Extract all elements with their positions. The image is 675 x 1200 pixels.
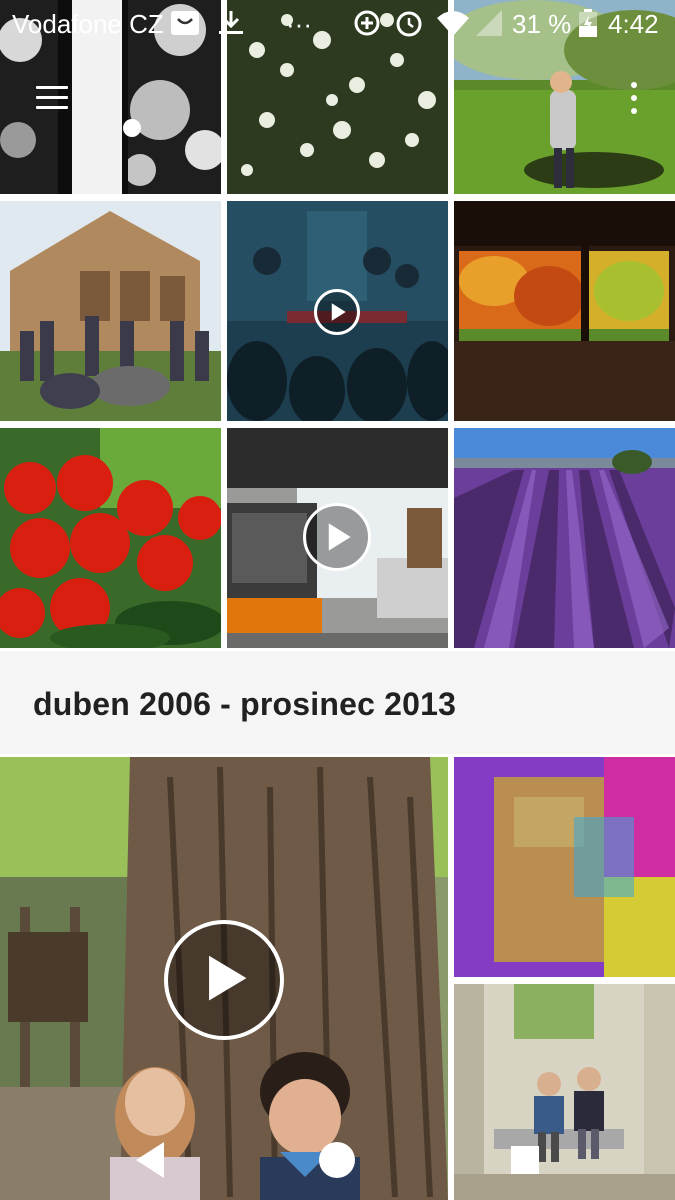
back-triangle-icon[interactable] <box>130 1138 174 1182</box>
home-circle-icon[interactable] <box>315 1138 359 1182</box>
date-section-header: duben 2006 - prosinec 2013 <box>0 651 675 754</box>
photo-thumbnail <box>454 201 675 421</box>
recents-square-icon[interactable] <box>503 1138 547 1182</box>
photo-tile[interactable] <box>454 201 675 421</box>
photo-tile[interactable] <box>454 757 675 977</box>
alarm-icon <box>394 8 424 38</box>
photo-thumbnail <box>454 428 675 648</box>
video-tile[interactable] <box>227 201 448 421</box>
carrier-label: Vodafone CZ <box>12 9 164 39</box>
status-bar: Vodafone CZ ··· 31 % 4:42 <box>0 0 675 46</box>
play-icon <box>314 289 360 335</box>
more-notifications-label: ··· <box>286 9 312 39</box>
play-icon <box>164 920 284 1040</box>
signal-icon <box>474 8 504 38</box>
navigation-bar <box>0 1120 675 1200</box>
clock: 4:42 <box>608 9 659 39</box>
more-vert-icon[interactable] <box>620 78 648 118</box>
photo-tile[interactable] <box>0 201 221 421</box>
battery-percent: 31 % <box>512 9 572 39</box>
shop-notification-icon <box>170 8 200 38</box>
hamburger-menu-icon[interactable] <box>30 80 74 116</box>
download-icon <box>216 8 246 38</box>
photo-tile[interactable] <box>454 428 675 648</box>
section-title: duben 2006 - prosinec 2013 <box>33 686 457 722</box>
photo-thumbnail <box>0 428 221 648</box>
photo-thumbnail <box>0 201 221 421</box>
photo-tile[interactable] <box>0 428 221 648</box>
data-saver-icon <box>352 8 382 38</box>
wifi-icon <box>436 8 470 38</box>
photo-thumbnail <box>454 757 675 977</box>
video-tile[interactable] <box>227 428 448 648</box>
play-icon <box>303 503 371 571</box>
battery-icon <box>576 8 600 38</box>
